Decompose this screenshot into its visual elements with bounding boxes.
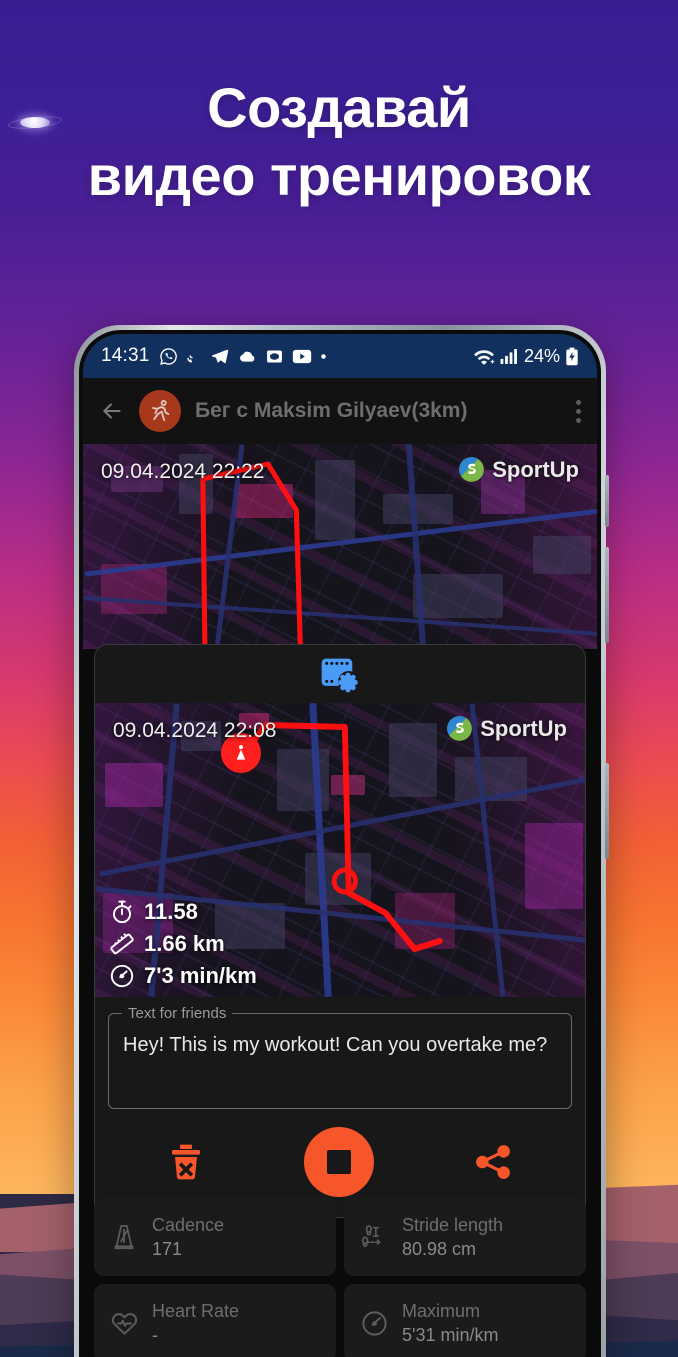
metric-label-stride-length: Stride length	[402, 1214, 504, 1235]
phone-side-button-power[interactable]	[605, 763, 609, 859]
cloud-icon	[239, 351, 254, 362]
share-card: 09.04.2024 22:08 SportUp 11.58 1.66 km 7…	[94, 644, 586, 1218]
share-card-header	[95, 645, 585, 703]
status-bar-right-icons: 24%	[473, 346, 579, 367]
watermark-text-share: SportUp	[480, 715, 567, 741]
text-for-friends-label: Text for friends	[122, 1005, 233, 1022]
ruler-icon	[110, 933, 134, 955]
youtube-icon	[292, 349, 311, 363]
overlay-stat-duration-value: 11.58	[144, 899, 198, 924]
app-bar: Бег с Maksim Gilyaev(3km)	[83, 378, 597, 444]
oval-app-icon	[266, 349, 282, 363]
sportup-logo-icon	[459, 457, 485, 482]
delete-button[interactable]	[166, 1141, 206, 1183]
telegram-icon	[211, 349, 228, 364]
sportup-logo-icon	[447, 716, 473, 741]
battery-charging-icon	[566, 347, 578, 365]
metric-card-heart-rate[interactable]: Heart Rate -	[94, 1284, 336, 1357]
metric-value-cadence: 171	[152, 1238, 183, 1259]
metric-label-maximum: Maximum	[402, 1300, 481, 1321]
text-for-friends-field[interactable]: Text for friends Hey! This is my workout…	[108, 1005, 572, 1109]
watermark-text-background: SportUp	[492, 456, 579, 482]
running-person-icon	[139, 390, 181, 432]
map-date-stamp-background: 09.04.2024 22:22	[101, 460, 265, 483]
metric-value-stride-length: 80.98 cm	[402, 1238, 477, 1259]
cast-icon	[186, 354, 193, 362]
watermark-share: SportUp	[446, 715, 567, 742]
promo-headline: Создавай видео тренировок	[0, 74, 678, 211]
metric-card-maximum[interactable]: Maximum 5'31 min/km	[344, 1284, 586, 1357]
overlay-stat-pace: 7'3 min/km	[109, 963, 257, 989]
status-bar: 14:31 24%	[83, 334, 597, 378]
phone-screen: 14:31 24% Бег с Maksim Gilyaev(3km) 09.0…	[83, 334, 597, 1357]
heart-rate-icon	[108, 1309, 140, 1338]
metronome-icon	[108, 1222, 140, 1252]
wifi-icon	[474, 349, 495, 365]
status-bar-time: 14:31	[101, 345, 150, 366]
more-vertical-icon[interactable]	[575, 399, 581, 423]
overlay-stat-pace-value: 7'3 min/km	[144, 963, 257, 988]
stride-length-icon	[358, 1222, 390, 1252]
max-speed-icon	[358, 1309, 390, 1338]
status-bar-notification-icons	[159, 347, 327, 366]
cellular-signal-icon	[500, 348, 517, 364]
watermark-background: SportUp	[458, 456, 579, 483]
back-arrow-icon[interactable]	[99, 398, 125, 424]
stop-button[interactable]	[304, 1127, 374, 1197]
share-button[interactable]	[472, 1142, 514, 1182]
battery-percent-label: 24%	[523, 345, 560, 366]
share-icon	[476, 1145, 510, 1179]
metric-value-heart-rate: -	[152, 1324, 158, 1345]
phone-side-button-volume[interactable]	[605, 547, 609, 643]
headline-line-2: видео тренировок	[87, 144, 591, 208]
headline-line-1: Создавай	[207, 76, 471, 139]
text-for-friends-value[interactable]: Hey! This is my workout! Can you overtak…	[123, 1032, 557, 1059]
video-settings-icon[interactable]	[318, 653, 362, 695]
background-map[interactable]: 09.04.2024 22:22 SportUp	[83, 444, 597, 649]
metric-card-cadence[interactable]: Cadence 171	[94, 1198, 336, 1276]
overlay-stat-distance-value: 1.66 km	[144, 931, 225, 956]
stop-recording-icon	[304, 1127, 374, 1197]
trash-delete-icon	[172, 1144, 200, 1180]
page-title: Бег с Maksim Gilyaev(3km)	[195, 399, 468, 422]
metric-label-heart-rate: Heart Rate	[152, 1300, 240, 1321]
dot-icon	[320, 353, 326, 359]
metrics-grid: Cadence 171 Stride length 80.98 cm Heart…	[94, 1198, 586, 1357]
stopwatch-icon	[113, 900, 132, 924]
speedometer-icon	[110, 964, 134, 988]
overlay-stat-duration: 11.58	[109, 899, 257, 925]
metric-card-stride-length[interactable]: Stride length 80.98 cm	[344, 1198, 586, 1276]
map-date-stamp-share: 09.04.2024 22:08	[113, 719, 277, 742]
metric-value-maximum: 5'31 min/km	[402, 1324, 499, 1345]
share-map[interactable]: 09.04.2024 22:08 SportUp 11.58 1.66 km 7…	[95, 703, 585, 997]
overlay-stat-distance: 1.66 km	[109, 931, 257, 957]
whatsapp-icon	[159, 347, 177, 365]
metric-label-cadence: Cadence	[152, 1214, 225, 1235]
phone-side-button-mute[interactable]	[605, 475, 609, 527]
map-stats-overlay: 11.58 1.66 km 7'3 min/km	[109, 899, 257, 989]
phone-mockup: 14:31 24% Бег с Maksim Gilyaev(3km) 09.0…	[74, 325, 609, 1357]
